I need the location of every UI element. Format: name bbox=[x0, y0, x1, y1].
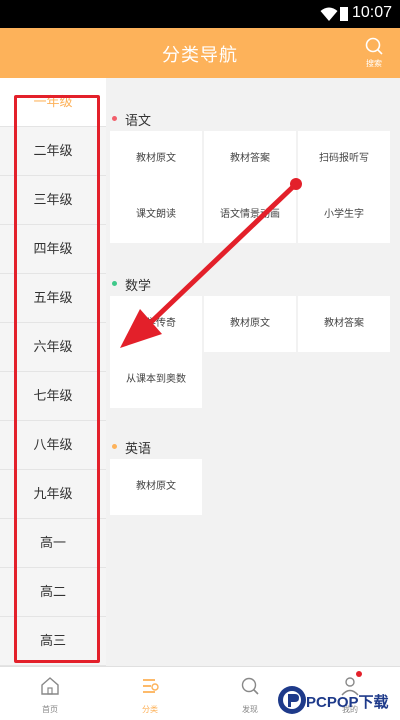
sidebar-item-grade-1[interactable]: 一年级 bbox=[0, 78, 106, 127]
chinese-item-textbook[interactable]: 教材原文 bbox=[110, 131, 202, 187]
tab-home[interactable]: 首页 bbox=[0, 667, 100, 720]
category-icon bbox=[143, 679, 159, 693]
tab-category[interactable]: 分类 bbox=[100, 667, 200, 720]
discover-icon bbox=[241, 677, 259, 695]
sidebar-item-grade-7[interactable]: 七年级 bbox=[0, 372, 106, 421]
chinese-item-reading[interactable]: 课文朗读 bbox=[110, 187, 202, 243]
section-dot bbox=[112, 281, 117, 286]
sidebar-item-grade-2[interactable]: 二年级 bbox=[0, 127, 106, 176]
math-item-olympiad[interactable]: 从课本到奥数 bbox=[110, 352, 202, 408]
sidebar-item-grade-9[interactable]: 九年级 bbox=[0, 470, 106, 519]
sidebar-item-grade-5[interactable]: 五年级 bbox=[0, 274, 106, 323]
math-item-textbook[interactable]: 教材原文 bbox=[204, 296, 296, 352]
wifi-icon bbox=[320, 7, 338, 21]
home-icon bbox=[41, 677, 59, 695]
sidebar-item-grade-4[interactable]: 四年级 bbox=[0, 225, 106, 274]
notification-dot bbox=[356, 671, 362, 677]
chinese-item-dictation[interactable]: 扫码报听写 bbox=[298, 131, 390, 187]
search-icon bbox=[365, 37, 383, 55]
status-bar: 10:07 bbox=[0, 0, 400, 28]
sidebar-item-grade-8[interactable]: 八年级 bbox=[0, 421, 106, 470]
math-item-legend[interactable]: 数学传奇 bbox=[110, 296, 202, 352]
search-button[interactable]: 搜索 bbox=[362, 36, 386, 70]
sidebar-item-high-3[interactable]: 高三 bbox=[0, 617, 106, 666]
pcpop-logo bbox=[278, 686, 306, 714]
chinese-item-answers[interactable]: 教材答案 bbox=[204, 131, 296, 187]
search-label: 搜索 bbox=[366, 59, 382, 68]
section-title-english: 英语 bbox=[106, 435, 400, 459]
sidebar-item-grade-3[interactable]: 三年级 bbox=[0, 176, 106, 225]
chinese-item-characters[interactable]: 小学生字 bbox=[298, 187, 390, 243]
sidebar-item-grade-6[interactable]: 六年级 bbox=[0, 323, 106, 372]
chinese-item-animation[interactable]: 语文情景动画 bbox=[204, 187, 296, 243]
category-content: 语文 教材原文 教材答案 扫码报听写 课文朗读 语文情景动画 小学生字 数学 数… bbox=[106, 78, 400, 666]
battery-icon bbox=[340, 7, 348, 21]
math-item-answers[interactable]: 教材答案 bbox=[298, 296, 390, 352]
section-title-math: 数学 bbox=[106, 272, 400, 296]
grade-sidebar: 一年级 二年级 三年级 四年级 五年级 六年级 七年级 八年级 九年级 高一 高… bbox=[0, 78, 106, 666]
sidebar-item-high-2[interactable]: 高二 bbox=[0, 568, 106, 617]
pcpop-watermark: PCPOP下载 bbox=[276, 682, 400, 718]
section-dot bbox=[112, 116, 117, 121]
page-title: 分类导航 bbox=[162, 45, 238, 66]
app-bar: 分类导航 搜索 bbox=[0, 28, 400, 78]
clock: 10:07 bbox=[351, 4, 392, 21]
sidebar-item-high-1[interactable]: 高一 bbox=[0, 519, 106, 568]
section-title-chinese: 语文 bbox=[106, 107, 400, 131]
section-dot bbox=[112, 444, 117, 449]
english-item-textbook[interactable]: 教材原文 bbox=[110, 459, 202, 515]
